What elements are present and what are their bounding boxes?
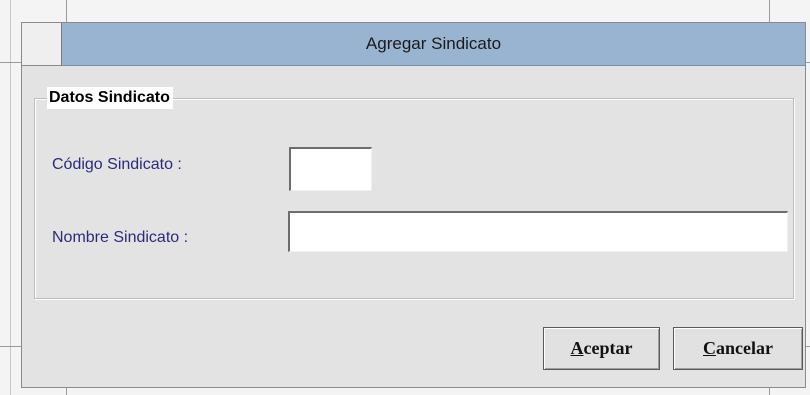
union-name-input[interactable]: [288, 211, 788, 252]
union-code-input[interactable]: [289, 147, 372, 191]
union-data-groupbox: [34, 98, 794, 299]
accept-button[interactable]: Aceptar: [543, 327, 660, 370]
add-union-dialog: Agregar Sindicato Datos Sindicato Código…: [21, 22, 806, 388]
union-name-label: Nombre Sindicato :: [52, 229, 189, 246]
accept-mnemonic: A: [570, 338, 584, 358]
background-grid-line: [769, 0, 770, 22]
background-grid-line: [66, 0, 67, 22]
background-grid-line: [66, 388, 67, 395]
background-grid-line: [0, 346, 22, 347]
titlebar-corner: [22, 23, 62, 66]
background-grid-line: [806, 346, 810, 347]
cancel-label: ancelar: [716, 338, 773, 358]
background-grid-line: [769, 388, 770, 395]
union-code-label: Código Sindicato :: [52, 156, 182, 173]
cancel-mnemonic: C: [703, 338, 716, 358]
groupbox-legend: Datos Sindicato: [47, 87, 173, 109]
dialog-title: Agregar Sindicato: [62, 23, 805, 66]
dialog-titlebar[interactable]: Agregar Sindicato: [22, 23, 805, 66]
accept-label: ceptar: [583, 338, 633, 358]
cancel-button[interactable]: Cancelar: [673, 327, 803, 370]
desktop-background: Agregar Sindicato Datos Sindicato Código…: [0, 0, 810, 395]
background-divider: [10, 0, 11, 395]
background-grid-line: [806, 62, 810, 63]
background-grid-line: [0, 62, 22, 63]
